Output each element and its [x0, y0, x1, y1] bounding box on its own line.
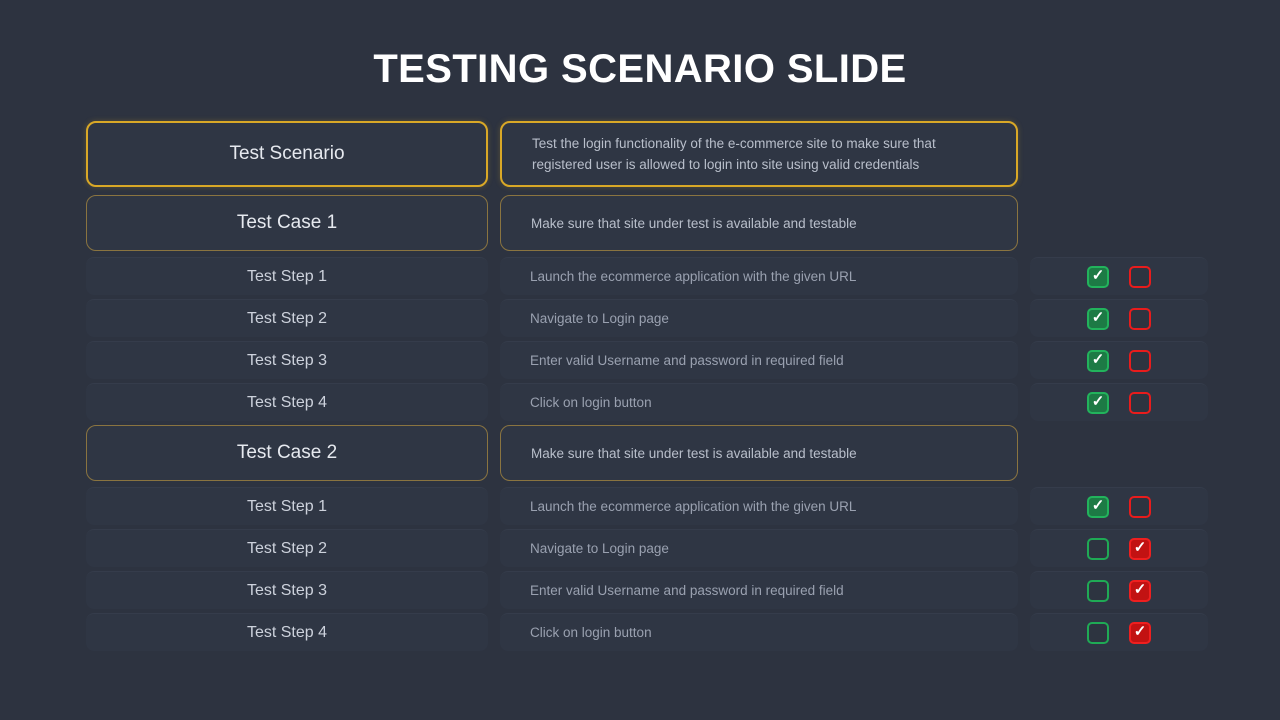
check-icon: ✓ [1133, 539, 1147, 556]
test-case-label: Test Case 2 [236, 442, 338, 463]
test-case-description: Make sure that site under test is availa… [531, 445, 857, 461]
fail-checkbox[interactable]: ✓ [1129, 579, 1151, 602]
test-step-description-cell: Navigate to Login page [500, 299, 1018, 337]
fail-checkbox[interactable]: ✓ [1129, 391, 1151, 414]
test-step-label-cell: Test Step 2 [86, 529, 488, 567]
test-step-row: Test Step 2Navigate to Login page✓✓ [86, 299, 1208, 341]
test-step-description: Launch the ecommerce application with th… [530, 499, 857, 514]
test-step-label: Test Step 2 [246, 539, 328, 557]
test-step-status-cell: ✓✓ [1030, 341, 1208, 379]
test-step-label: Test Step 4 [246, 623, 328, 641]
test-step-label-cell: Test Step 3 [86, 571, 488, 609]
scenario-row: Test Scenario Test the login functionali… [86, 121, 1196, 187]
test-step-label: Test Step 2 [246, 309, 328, 327]
test-step-description: Navigate to Login page [530, 541, 669, 556]
test-case-label-cell: Test Case 2 [86, 425, 488, 481]
cases-container: Test Case 1 Make sure that site under tes… [86, 195, 1208, 655]
test-step-status-cell: ✓✓ [1030, 383, 1208, 421]
test-step-label-cell: Test Step 4 [86, 613, 488, 651]
test-step-label: Test Step 3 [246, 351, 328, 369]
check-icon: ✓ [1091, 309, 1105, 326]
test-step-description: Enter valid Username and password in req… [530, 583, 844, 598]
fail-checkbox[interactable]: ✓ [1129, 307, 1151, 330]
fail-checkbox[interactable]: ✓ [1129, 621, 1151, 644]
test-step-status-cell: ✓✓ [1030, 257, 1208, 295]
test-step-row: Test Step 4Click on login button✓✓ [86, 383, 1208, 425]
test-step-description-cell: Click on login button [500, 613, 1018, 651]
test-step-description: Click on login button [530, 395, 652, 410]
check-icon: ✓ [1133, 581, 1147, 598]
test-case-description-cell: Make sure that site under test is availa… [500, 195, 1018, 251]
scenario-description: Test the login functionality of the e-co… [532, 136, 936, 172]
test-step-row: Test Step 2Navigate to Login page✓✓ [86, 529, 1208, 571]
check-icon: ✓ [1091, 351, 1105, 368]
test-step-status-cell: ✓✓ [1030, 529, 1208, 567]
test-step-label: Test Step 1 [246, 267, 328, 285]
test-step-description: Launch the ecommerce application with th… [530, 269, 857, 284]
test-step-status-cell: ✓✓ [1030, 299, 1208, 337]
test-step-description-cell: Enter valid Username and password in req… [500, 571, 1018, 609]
pass-checkbox[interactable]: ✓ [1087, 349, 1109, 372]
test-step-status-cell: ✓✓ [1030, 487, 1208, 525]
test-step-description-cell: Navigate to Login page [500, 529, 1018, 567]
pass-checkbox[interactable]: ✓ [1087, 621, 1109, 644]
test-step-description: Enter valid Username and password in req… [530, 353, 844, 368]
test-case-description-cell: Make sure that site under test is availa… [500, 425, 1018, 481]
test-step-label: Test Step 1 [246, 497, 328, 515]
test-step-label-cell: Test Step 1 [86, 257, 488, 295]
pass-checkbox[interactable]: ✓ [1087, 495, 1109, 518]
test-step-label: Test Step 3 [246, 581, 328, 599]
fail-checkbox[interactable]: ✓ [1129, 265, 1151, 288]
scenario-label: Test Scenario [229, 143, 345, 164]
scenario-label-cell: Test Scenario [86, 121, 488, 187]
test-step-row: Test Step 3 Enter valid Username and pass… [86, 341, 1208, 383]
fail-checkbox[interactable]: ✓ [1129, 495, 1151, 518]
test-step-label-cell: Test Step 3 [86, 341, 488, 379]
test-case-description: Make sure that site under test is availa… [531, 215, 857, 231]
check-icon: ✓ [1091, 497, 1105, 514]
test-case-label-cell: Test Case 1 [86, 195, 488, 251]
test-step-status-cell: ✓✓ [1030, 571, 1208, 609]
test-step-label: Test Step 4 [246, 393, 328, 411]
check-icon: ✓ [1133, 623, 1147, 640]
test-case-row: Test Case 1 Make sure that site under tes… [86, 195, 1196, 251]
slide: TESTING SCENARIO SLIDE Test Scenario Tes… [0, 0, 1280, 720]
pass-checkbox[interactable]: ✓ [1087, 537, 1109, 560]
test-step-status-cell: ✓✓ [1030, 613, 1208, 651]
test-step-description-cell: Enter valid Username and password in req… [500, 341, 1018, 379]
pass-checkbox[interactable]: ✓ [1087, 579, 1109, 602]
test-case-label: Test Case 1 [236, 212, 338, 233]
test-step-description: Navigate to Login page [530, 311, 669, 326]
scenario-description-cell: Test the login functionality of the e-co… [500, 121, 1018, 187]
page-title: TESTING SCENARIO SLIDE [373, 47, 907, 91]
test-step-description-cell: Click on login button [500, 383, 1018, 421]
pass-checkbox[interactable]: ✓ [1087, 391, 1109, 414]
test-step-description-cell: Launch the ecommerce application with th… [500, 257, 1018, 295]
test-step-description-cell: Launch the ecommerce application with th… [500, 487, 1018, 525]
test-step-row: Test Step 1 Launch the ecommerce applicat… [86, 487, 1208, 529]
test-step-label-cell: Test Step 1 [86, 487, 488, 525]
test-step-row: Test Step 1 Launch the ecommerce applicat… [86, 257, 1208, 299]
test-step-row: Test Step 4Click on login button✓✓ [86, 613, 1208, 655]
test-step-label-cell: Test Step 2 [86, 299, 488, 337]
fail-checkbox[interactable]: ✓ [1129, 537, 1151, 560]
check-icon: ✓ [1091, 267, 1105, 284]
pass-checkbox[interactable]: ✓ [1087, 307, 1109, 330]
pass-checkbox[interactable]: ✓ [1087, 265, 1109, 288]
test-case-row: Test Case 2 Make sure that site under tes… [86, 425, 1196, 481]
fail-checkbox[interactable]: ✓ [1129, 349, 1151, 372]
test-step-label-cell: Test Step 4 [86, 383, 488, 421]
check-icon: ✓ [1091, 393, 1105, 410]
test-step-description: Click on login button [530, 625, 652, 640]
test-step-row: Test Step 3 Enter valid Username and pass… [86, 571, 1208, 613]
test-scenario-table: Test Scenario Test the login functionali… [86, 121, 1208, 655]
